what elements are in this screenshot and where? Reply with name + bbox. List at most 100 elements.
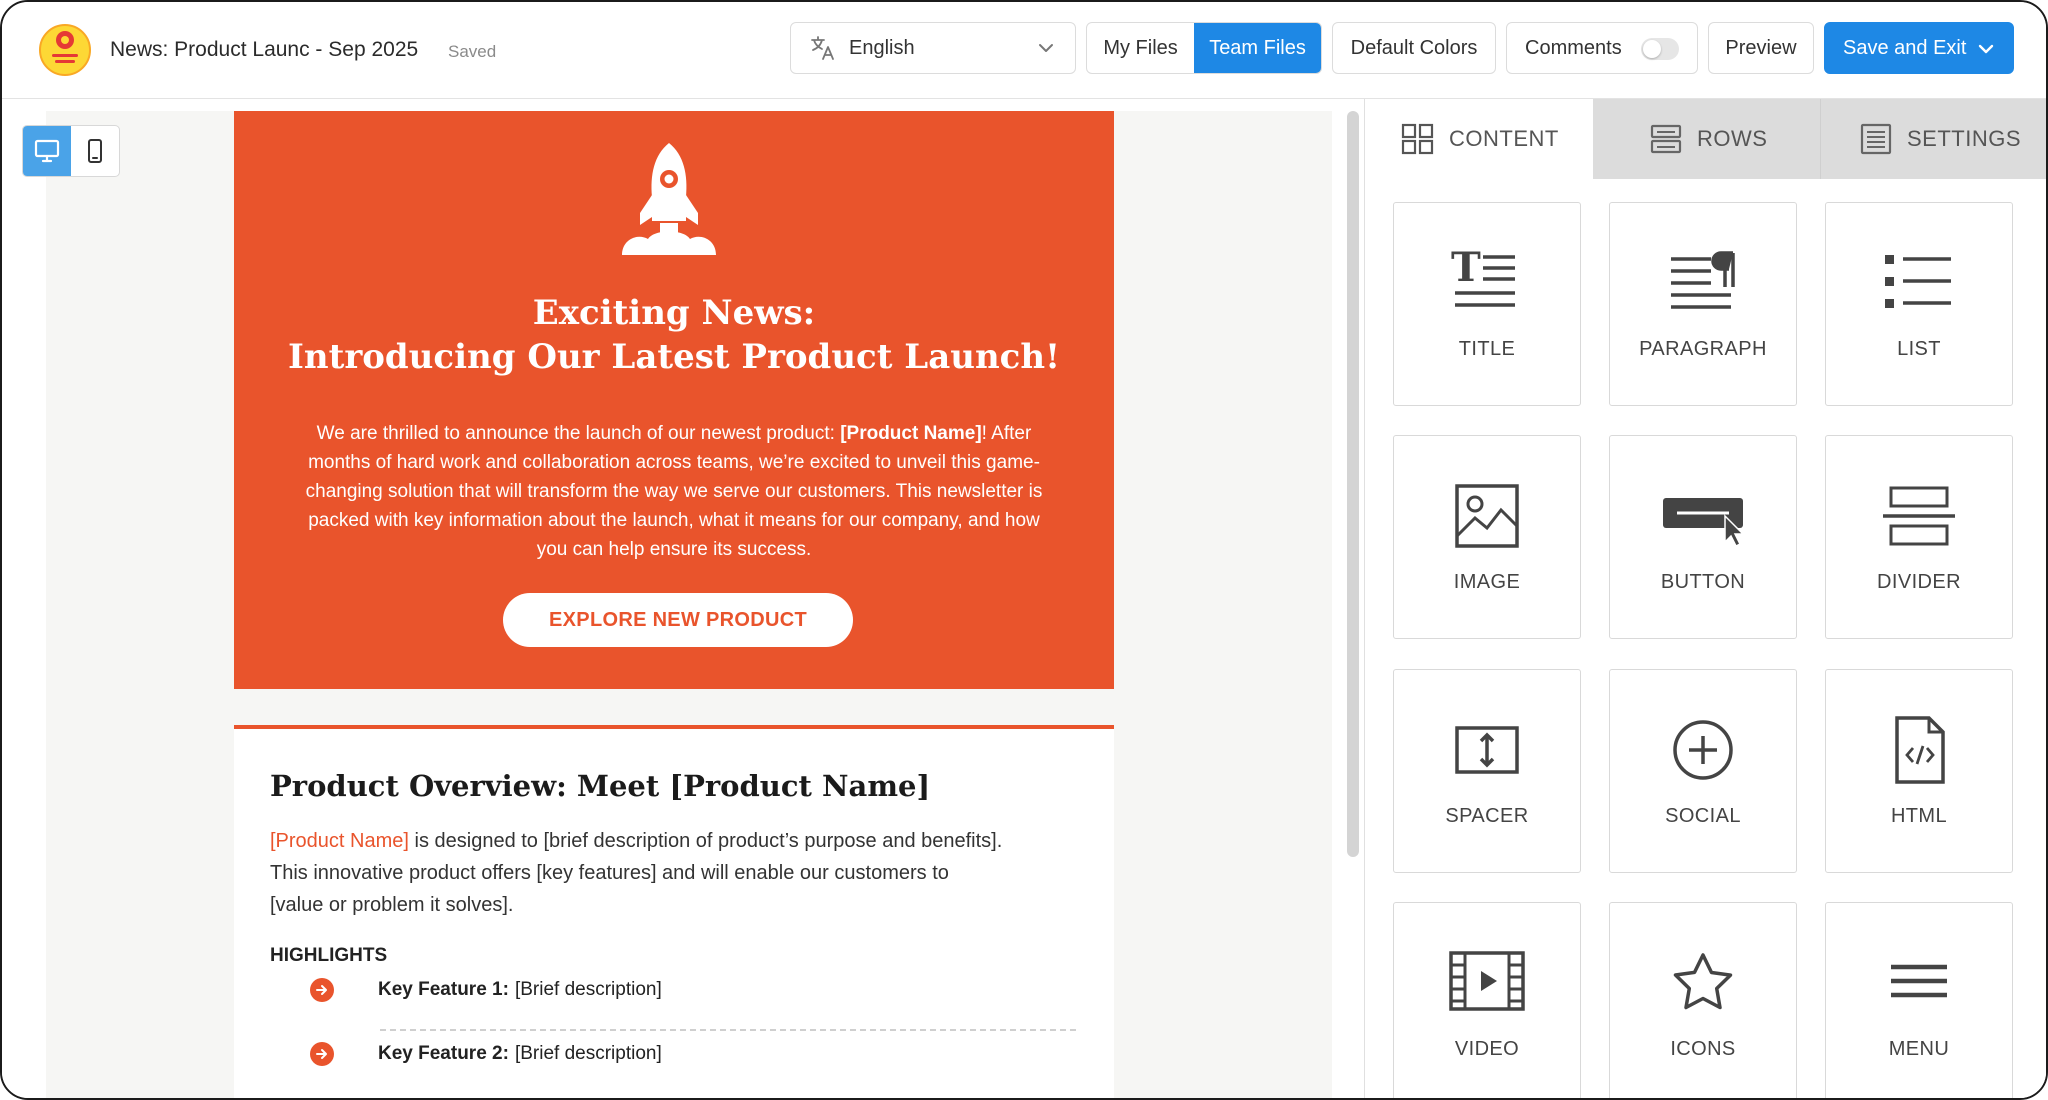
- html-block[interactable]: HTML: [1825, 669, 2013, 873]
- document-title[interactable]: News: Product Launc - Sep 2025: [110, 38, 418, 62]
- overview-line1-rest: is designed to [brief description of pro…: [408, 830, 1003, 852]
- rows-icon: [1650, 124, 1682, 154]
- translate-icon: [811, 36, 834, 60]
- social-block[interactable]: SOCIAL: [1609, 669, 1797, 873]
- tab-rows-label: ROWS: [1697, 126, 1768, 151]
- paragraph-block[interactable]: PARAGRAPH: [1609, 202, 1797, 406]
- language-select[interactable]: English: [790, 22, 1076, 74]
- overview-line3: [value or problem it solves].: [270, 894, 514, 916]
- spacer-icon: [1455, 726, 1519, 774]
- list-icon: [1885, 255, 1951, 308]
- tab-settings-label: SETTINGS: [1907, 126, 2022, 151]
- comments-toggle-button[interactable]: Comments: [1506, 22, 1698, 74]
- feature-item: Key Feature 2: [Brief description]: [310, 1039, 1090, 1069]
- overview-line2: This innovative product offers [key feat…: [270, 862, 949, 884]
- save-status: Saved: [448, 42, 497, 61]
- spacer-block-label: SPACER: [1445, 805, 1529, 827]
- mobile-view-button[interactable]: [71, 126, 119, 176]
- feature-item: Key Feature 1: [Brief description]: [310, 975, 1090, 1005]
- overview-heading: Product Overview: Meet [Product Name]: [270, 769, 931, 803]
- image-block[interactable]: IMAGE: [1393, 435, 1581, 639]
- desktop-view-button[interactable]: [23, 126, 71, 176]
- hero-paragraph: We are thrilled to announce the launch o…: [294, 419, 1054, 564]
- toggle-knob: [1643, 40, 1661, 58]
- grid-icon: [1401, 123, 1434, 155]
- canvas-scrollbar[interactable]: [1347, 111, 1359, 857]
- image-icon: [1455, 484, 1519, 548]
- chevron-down-icon[interactable]: [1977, 40, 1995, 58]
- button-icon: [1663, 498, 1745, 548]
- tab-content[interactable]: CONTENT: [1365, 99, 1593, 179]
- feature-label: Key Feature 1:: [378, 979, 509, 1000]
- image-block-label: IMAGE: [1453, 571, 1521, 593]
- menu-block[interactable]: MENU: [1825, 902, 2013, 1098]
- product-overview-section[interactable]: Product Overview: Meet [Product Name] [P…: [234, 725, 1114, 1098]
- hero-heading: Exciting News: Introducing Our Latest Pr…: [234, 291, 1114, 379]
- hero-section[interactable]: Exciting News: Introducing Our Latest Pr…: [234, 111, 1114, 689]
- save-and-exit-button[interactable]: Save and Exit: [1824, 22, 2014, 74]
- divider-block[interactable]: DIVIDER: [1825, 435, 2013, 639]
- chevron-down-icon: [1039, 44, 1053, 52]
- menu-block-label: MENU: [1888, 1038, 1950, 1060]
- paragraph-block-label: PARAGRAPH: [1639, 338, 1767, 360]
- title-block[interactable]: T TITLE: [1393, 202, 1581, 406]
- paragraph-icon: [1671, 251, 1735, 309]
- tab-content-label: CONTENT: [1449, 126, 1559, 151]
- social-icon: [1673, 720, 1733, 780]
- comments-label: Comments: [1525, 36, 1622, 59]
- app-window: News: Product Launc - Sep 2025 Saved Eng…: [0, 0, 2048, 1100]
- list-block[interactable]: LIST: [1825, 202, 2013, 406]
- html-block-label: HTML: [1890, 805, 1948, 827]
- hero-product-name: [Product Name]: [840, 423, 982, 444]
- icons-block[interactable]: ICONS: [1609, 902, 1797, 1098]
- arrow-right-icon: [310, 978, 334, 1002]
- overview-product-name: [Product Name]: [270, 830, 409, 852]
- content-blocks-grid: T TITLE PARAGRAPH LIST IMAGE BUTTON DIVI…: [1365, 179, 2046, 1098]
- feature-label: Key Feature 2:: [378, 1043, 509, 1064]
- title-icon: T: [1451, 244, 1515, 307]
- panel-tabs: CONTENT ROWS SETTINGS: [1365, 99, 2046, 179]
- tab-rows[interactable]: ROWS: [1593, 99, 1821, 179]
- desktop-icon: [34, 139, 60, 163]
- button-block[interactable]: BUTTON: [1609, 435, 1797, 639]
- icons-block-label: ICONS: [1670, 1038, 1736, 1060]
- brand-logo: [39, 24, 91, 76]
- settings-icon: [1860, 123, 1892, 155]
- comments-toggle-switch[interactable]: [1641, 38, 1679, 60]
- top-bar: News: Product Launc - Sep 2025 Saved Eng…: [2, 2, 2046, 99]
- language-value: English: [849, 36, 915, 59]
- title-block-label: TITLE: [1458, 338, 1516, 360]
- files-segmented-control: My Files Team Files: [1086, 22, 1322, 74]
- save-and-exit-label: Save and Exit: [1843, 36, 1967, 59]
- feature-description: [Brief description]: [514, 979, 662, 1000]
- list-block-label: LIST: [1897, 338, 1941, 360]
- hero-heading-line1: Exciting News:: [532, 293, 816, 333]
- blocks-panel: CONTENT ROWS SETTINGS T TITLE PARAGRAPH …: [1364, 99, 2046, 1098]
- divider-block-label: DIVIDER: [1877, 571, 1961, 593]
- highlights-label: HIGHLIGHTS: [270, 945, 388, 966]
- overview-paragraph: [Product Name] is designed to [brief des…: [270, 825, 1060, 921]
- video-block[interactable]: VIDEO: [1393, 902, 1581, 1098]
- default-colors-button[interactable]: Default Colors: [1332, 22, 1496, 74]
- star-icon: [1673, 953, 1733, 1010]
- team-files-button[interactable]: Team Files: [1194, 23, 1321, 73]
- social-block-label: SOCIAL: [1665, 805, 1741, 827]
- preview-button[interactable]: Preview: [1708, 22, 1814, 74]
- explore-product-button[interactable]: EXPLORE NEW PRODUCT: [503, 593, 853, 647]
- video-icon: [1449, 951, 1525, 1011]
- editor-canvas-area: Exciting News: Introducing Our Latest Pr…: [2, 99, 1364, 1098]
- spacer-block[interactable]: SPACER: [1393, 669, 1581, 873]
- video-block-label: VIDEO: [1454, 1038, 1520, 1060]
- rocket-icon: [622, 143, 716, 255]
- menu-icon: [1891, 964, 1947, 998]
- button-block-label: BUTTON: [1660, 571, 1746, 593]
- arrow-right-icon: [310, 1042, 334, 1066]
- feature-divider: [380, 1029, 1076, 1031]
- device-view-toggle: [22, 125, 120, 177]
- html-icon: [1895, 716, 1945, 784]
- svg-text:T: T: [1451, 244, 1481, 291]
- tab-settings[interactable]: SETTINGS: [1821, 99, 2046, 179]
- divider-icon: [1883, 486, 1955, 546]
- mobile-icon: [88, 139, 102, 163]
- my-files-button[interactable]: My Files: [1087, 23, 1194, 73]
